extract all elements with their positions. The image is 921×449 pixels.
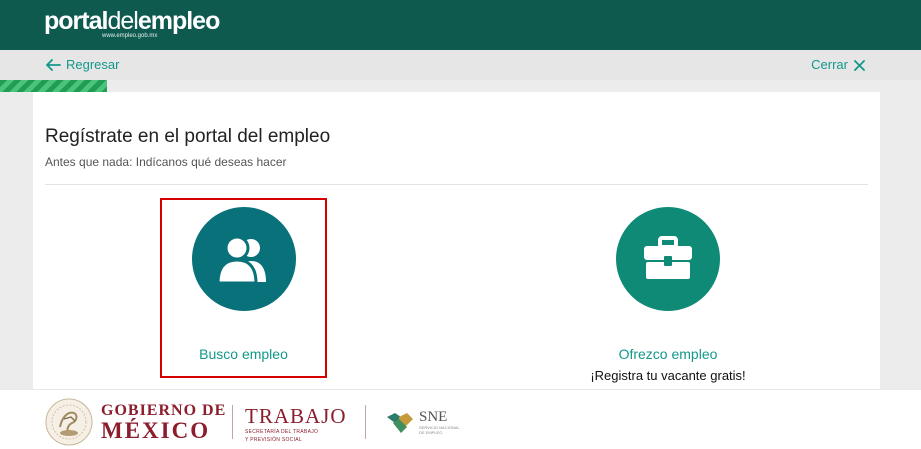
briefcase-icon	[644, 236, 692, 279]
portal-logo[interactable]: portaldelempleo www.empleo.gob.mx	[44, 6, 220, 39]
mexico-seal-icon	[45, 398, 93, 446]
employer-option[interactable]: Ofrezco empleo ¡Registra tu vacante grat…	[573, 207, 763, 383]
employer-note: ¡Registra tu vacante gratis!	[590, 368, 746, 383]
footer-separator	[232, 405, 233, 439]
close-label: Cerrar	[811, 57, 848, 72]
page-subtitle: Antes que nada: Indícanos qué deseas hac…	[45, 155, 287, 169]
arrow-left-icon	[46, 58, 61, 71]
close-icon	[854, 59, 865, 71]
job-seeker-label: Busco empleo	[199, 346, 288, 362]
job-seeker-option[interactable]: Busco empleo	[160, 198, 327, 378]
close-link[interactable]: Cerrar	[811, 57, 865, 72]
sne-logo: SNE SERVICIO NACIONAL DE EMPLEO	[385, 409, 460, 435]
gobierno-de-mexico-logo: GOBIERNO DE MÉXICO	[101, 402, 227, 443]
employer-label: Ofrezco empleo	[618, 346, 718, 362]
page-title: Regístrate en el portal del empleo	[45, 126, 331, 147]
briefcase-icon-circle	[616, 207, 720, 311]
top-header: portaldelempleo www.empleo.gob.mx	[0, 0, 921, 50]
trabajo-logo: TRABAJO SECRETARÍA DEL TRABAJO Y PREVISI…	[245, 404, 347, 443]
divider	[45, 184, 868, 185]
nav-bar: Regresar Cerrar	[0, 50, 921, 80]
progress-fill	[0, 80, 107, 92]
back-label: Regresar	[66, 57, 120, 72]
progress-bar	[0, 80, 921, 92]
footer-separator	[365, 405, 366, 439]
logo-url: www.empleo.gob.mx	[102, 33, 158, 39]
users-icon-circle	[191, 207, 296, 311]
registration-card: Regístrate en el portal del empleo Antes…	[33, 92, 880, 392]
handshake-icon	[387, 413, 413, 433]
footer: GOBIERNO DE MÉXICO TRABAJO SECRETARÍA DE…	[0, 389, 921, 449]
users-icon	[215, 235, 266, 285]
back-link[interactable]: Regresar	[46, 57, 119, 72]
logo-text: portaldelempleo	[44, 7, 220, 35]
